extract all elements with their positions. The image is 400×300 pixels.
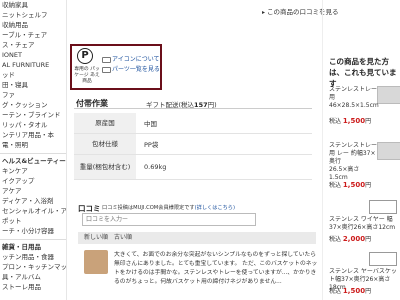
details-link[interactable]: (詳しくはこちら) [195, 205, 235, 211]
sidebar-item[interactable]: ッチン用品・食器 [0, 252, 66, 262]
bracket-icon [102, 66, 111, 73]
category-sidebar: 収納家具 ニットシェルフ 収納用品 ーブル・チェア ス・チェア IONET AL FURNI… [0, 0, 67, 300]
product-thumbnail[interactable] [377, 86, 400, 104]
spec-row-origin: 原産国 中国 [74, 113, 312, 134]
sidebar-item[interactable]: 収納家具 [0, 0, 66, 10]
reviewer-avatar [84, 250, 108, 274]
related-products-panel: この商品を見た方は、これも見ています ステンレストレー用 46×28.5×1.5… [322, 0, 400, 300]
sidebar-item[interactable]: ーテン・ブラインド [0, 110, 66, 120]
sidebar-item[interactable]: ニットシェルフ [0, 10, 66, 20]
product-detail-main: P 専用の パッケージ あえ商品 アイコンについて パーツ一覧を見る 付帯作業 … [66, 0, 322, 300]
icon-legend-box: P 専用の パッケージ あえ商品 アイコンについて パーツ一覧を見る [70, 44, 162, 90]
sidebar-heading-goods: 雑貨・日用品 [0, 239, 66, 252]
sidebar-item[interactable]: ポット [0, 216, 66, 226]
sidebar-item[interactable]: 田・寝具 [0, 80, 66, 90]
sidebar-item[interactable]: ッド [0, 70, 66, 80]
product-thumbnail[interactable] [377, 142, 400, 160]
spec-row-weight: 重量(梱包材含む) 0.69kg [74, 155, 312, 180]
parts-list-link[interactable]: パーツ一覧を見る [102, 64, 160, 73]
review-input[interactable] [82, 213, 256, 226]
sidebar-item[interactable]: センシャルオイル・アロマ [0, 206, 66, 216]
bullet-icon: ▸ [262, 9, 266, 16]
review-sort-bar[interactable]: 新しい順 古い順 [78, 232, 316, 244]
related-product[interactable]: ステンレス ワイヤー 幅37×奥行26×高さ12cm 税込 2,000円 [329, 200, 399, 246]
sidebar-item[interactable]: 具・アルバム [0, 272, 66, 282]
sidebar-group-furniture: 収納家具 ニットシェルフ 収納用品 ーブル・チェア ス・チェア IONET AL FURNI… [0, 0, 66, 150]
related-product[interactable]: ステンレス ヤーバスケット幅37×奥行26×高さ18cm 税込 1,500円 [329, 252, 399, 298]
sidebar-item[interactable]: キンケア [0, 166, 66, 176]
sidebar-item[interactable]: 電・照明 [0, 140, 66, 150]
package-p-icon: P [77, 48, 93, 64]
sidebar-heading-health: ヘルス&ビューティー [0, 153, 66, 166]
sidebar-item[interactable]: AL FURNITURE [0, 60, 66, 70]
sidebar-item[interactable]: ンテリア用品・本 [0, 130, 66, 140]
sidebar-item[interactable]: アケア [0, 186, 66, 196]
sidebar-item[interactable]: ーチ・小分け容器 [0, 226, 66, 236]
sidebar-item[interactable]: リッパ・タオル [0, 120, 66, 130]
sidebar-item[interactable]: IONET [0, 50, 66, 60]
sidebar-group-health: キンケアイクアップアケアディケア・入浴剤センシャルオイル・アロマポットーチ・小分… [0, 166, 66, 236]
reviews-member-note: 口コミ投稿はMUJI.COM会員様限定です(詳しくはこちら) [102, 205, 235, 211]
package-icon-caption: 専用の パッケージ あえ商品 [74, 67, 100, 84]
wire-basket-thumbnail[interactable] [369, 200, 397, 214]
related-product[interactable]: ステンレストレー用 レー 約幅37×奥行 26.5×高さ1.5cm 税込 1,5… [329, 142, 400, 192]
sidebar-item[interactable]: イクアップ [0, 176, 66, 186]
review-text: 大きくて、お面でのお余分な突起がないシンプルなものをずっと探していたら無印さんに… [114, 252, 318, 285]
sidebar-item[interactable]: グ・クッション [0, 100, 66, 110]
related-title: この商品を見た方は、これも見ています [329, 57, 397, 88]
sidebar-item[interactable]: ディケア・入浴剤 [0, 196, 66, 206]
sidebar-item[interactable]: ファ [0, 90, 66, 100]
sidebar-group-goods: ッチン用品・食器 プロン・キッチンマット 具・アルバム ストーレ用品 [0, 252, 66, 292]
related-product[interactable]: ステンレストレー用 46×28.5×1.5cm 税込 1,500円 [329, 86, 400, 136]
sidebar-item[interactable]: プロン・キッチンマット [0, 262, 66, 272]
section-divider [74, 108, 312, 109]
bracket-icon [102, 56, 111, 63]
sidebar-item[interactable]: ーブル・チェア [0, 30, 66, 40]
sidebar-item[interactable]: ストーレ用品 [0, 282, 66, 292]
sidebar-item[interactable]: ス・チェア [0, 40, 66, 50]
sidebar-item[interactable]: 収納用品 [0, 20, 66, 30]
spec-row-packaging: 包材仕様 PP袋 [74, 134, 312, 155]
about-icons-link[interactable]: アイコンについて [102, 54, 160, 63]
wire-basket-thumbnail[interactable] [369, 252, 397, 266]
